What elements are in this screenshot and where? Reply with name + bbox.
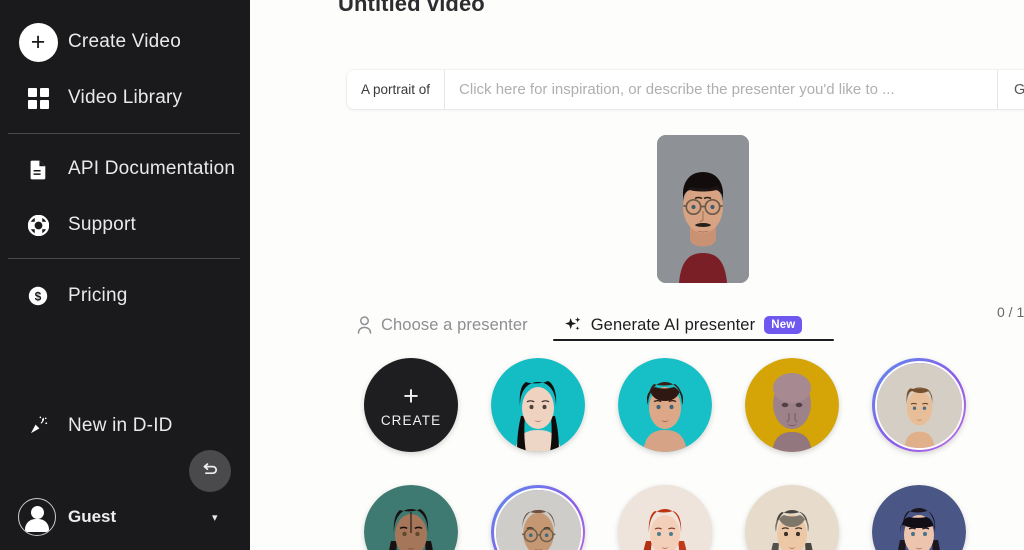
sidebar-item-label: API Documentation: [68, 158, 236, 179]
plus-circle-icon: +: [18, 22, 58, 62]
sidebar-item-label: Video Library: [68, 87, 183, 108]
presenter-avatar[interactable]: [364, 485, 458, 550]
user-menu[interactable]: Guest ▾: [0, 494, 250, 540]
sidebar-item-label: Pricing: [68, 285, 128, 306]
dollar-circle-icon: $: [18, 276, 58, 316]
avatar-portrait: [495, 489, 581, 550]
main-content: Untitled video A portrait of Generate: [250, 0, 1024, 550]
sidebar-item-create-video[interactable]: + Create Video: [0, 19, 250, 65]
sidebar-item-pricing[interactable]: $ Pricing: [0, 273, 250, 319]
person-icon: [357, 316, 372, 334]
sidebar-divider-1: [8, 133, 240, 134]
create-presenter-button[interactable]: + CREATE: [364, 358, 458, 452]
document-icon: [18, 149, 58, 189]
presenter-avatar[interactable]: [618, 358, 712, 452]
avatar-portrait: [876, 362, 962, 448]
sidebar: + Create Video Video Library API Documen…: [0, 0, 250, 550]
tab-choose-a-presenter[interactable]: Choose a presenter: [357, 308, 528, 342]
svg-text:$: $: [35, 289, 42, 303]
sidebar-item-support[interactable]: Support: [0, 202, 250, 248]
sidebar-item-label: Support: [68, 214, 136, 235]
sidebar-collapse-button[interactable]: [189, 450, 231, 492]
redo-arrow-icon: [200, 459, 220, 484]
sidebar-divider-2: [8, 258, 240, 259]
tab-generate-ai-presenter[interactable]: Generate AI presenter New: [564, 308, 803, 342]
avatar-portrait: [618, 485, 712, 550]
generation-counter: 0 / 1: [997, 304, 1024, 320]
prompt-bar: A portrait of Generate: [347, 70, 1024, 109]
presenter-avatar[interactable]: [491, 358, 585, 452]
avatar-portrait: [618, 358, 712, 452]
grid-icon: [18, 78, 58, 118]
chevron-down-icon[interactable]: ▾: [212, 511, 218, 524]
presenter-tabs: Choose a presenter Generate AI presenter…: [357, 308, 803, 342]
avatar-portrait: [364, 485, 458, 550]
avatar-portrait: [745, 485, 839, 550]
sidebar-item-api-documentation[interactable]: API Documentation: [0, 146, 250, 192]
create-label: CREATE: [380, 412, 442, 428]
preview-portrait-image: [657, 135, 749, 283]
presenter-avatar[interactable]: [491, 485, 585, 550]
sidebar-item-new-in-d-id[interactable]: New in D-ID: [0, 403, 250, 449]
lifebuoy-icon: [18, 205, 58, 245]
sparkles-icon: [564, 316, 582, 334]
presenter-avatar[interactable]: [745, 358, 839, 452]
prompt-prefix-label: A portrait of: [347, 70, 446, 109]
presenter-avatar[interactable]: [872, 358, 966, 452]
plus-icon: +: [403, 380, 419, 411]
generated-presenter-preview[interactable]: [657, 135, 749, 283]
avatar-portrait: [872, 485, 966, 550]
party-popper-icon: [18, 406, 58, 446]
avatar-portrait: [745, 358, 839, 452]
tab-label: Generate AI presenter: [590, 315, 756, 334]
sidebar-item-video-library[interactable]: Video Library: [0, 75, 250, 121]
page-title[interactable]: Untitled video: [338, 0, 485, 17]
avatar-portrait: [491, 358, 585, 452]
sidebar-item-label: New in D-ID: [68, 415, 173, 436]
presenter-avatar[interactable]: [618, 485, 712, 550]
status-badge: New: [764, 316, 803, 334]
presenter-avatar[interactable]: [745, 485, 839, 550]
user-name: Guest: [68, 507, 117, 526]
app-root: + Create Video Video Library API Documen…: [0, 0, 1024, 550]
presenter-avatar[interactable]: [872, 485, 966, 550]
prompt-input[interactable]: [445, 70, 997, 109]
avatar: [18, 498, 56, 536]
tab-label: Choose a presenter: [381, 315, 528, 334]
generate-button[interactable]: Generate: [997, 70, 1024, 109]
sidebar-item-label: Create Video: [68, 31, 181, 52]
